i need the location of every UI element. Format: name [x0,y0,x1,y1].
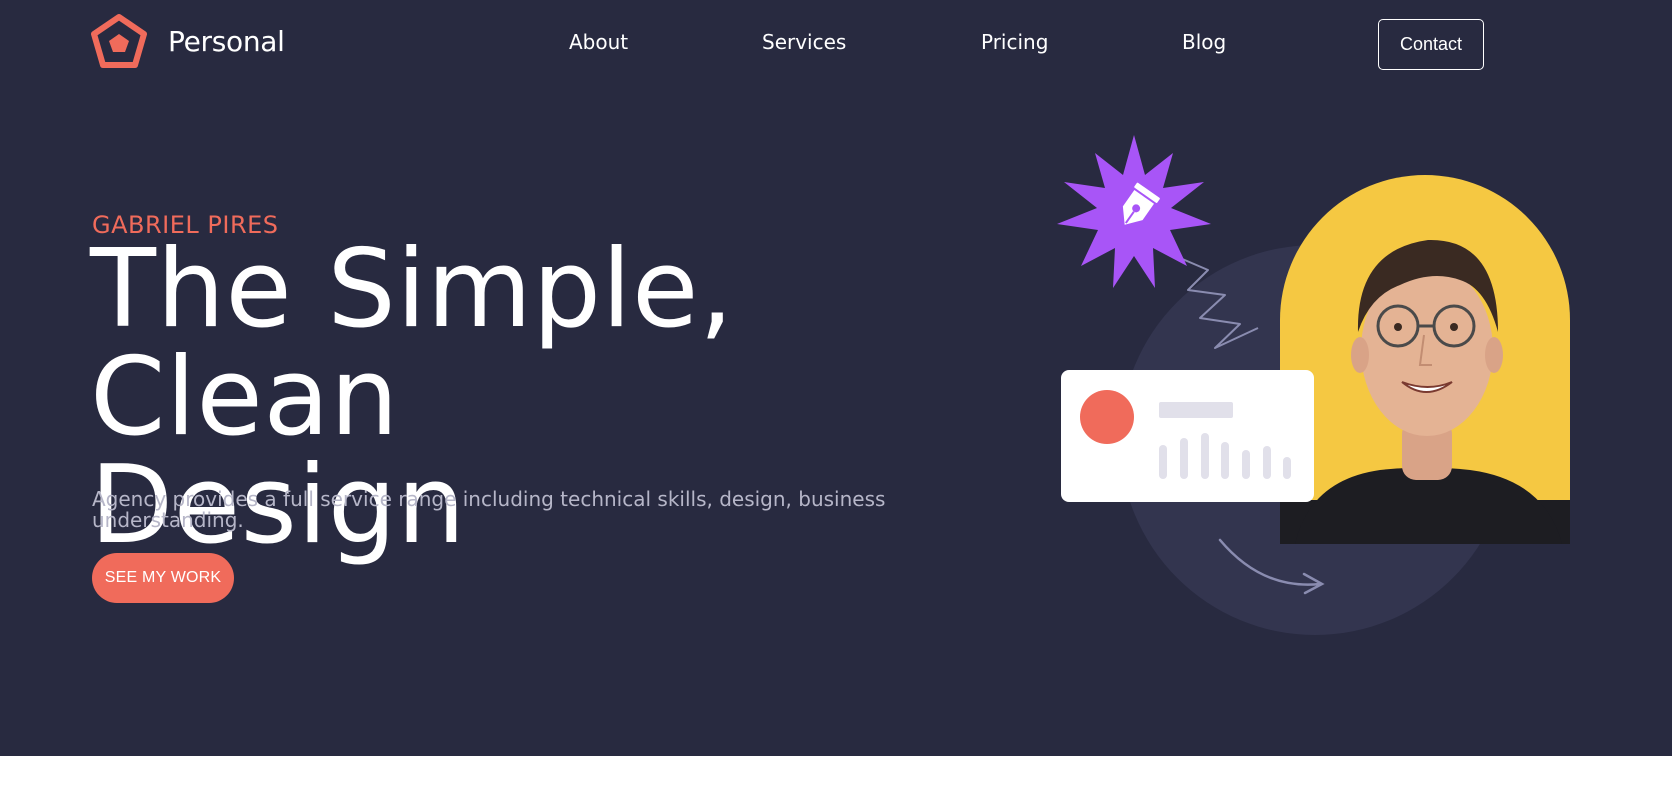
pentagon-logo-icon[interactable] [90,13,148,71]
nav-about[interactable]: About [569,28,628,56]
hero-subtitle: Agency provides a full service range inc… [92,487,886,532]
stats-card-label [1159,402,1233,418]
nav-pricing[interactable]: Pricing [981,28,1048,56]
brand-name[interactable]: Personal [168,22,285,62]
starburst-badge [1057,135,1211,288]
nav-services[interactable]: Services [762,28,846,56]
stats-card-dot [1080,390,1134,444]
hero-section: Personal About Services Pricing Blog Con… [0,0,1672,756]
headline-line-1: The Simple, Clean [90,227,734,460]
nav-blog[interactable]: Blog [1182,28,1226,56]
stats-card [1061,370,1314,502]
see-my-work-button[interactable]: SEE MY WORK [92,553,234,603]
portrait-card [1280,175,1570,544]
hero-illustration [1057,135,1570,635]
next-section [0,756,1672,811]
contact-button[interactable]: Contact [1378,19,1484,70]
